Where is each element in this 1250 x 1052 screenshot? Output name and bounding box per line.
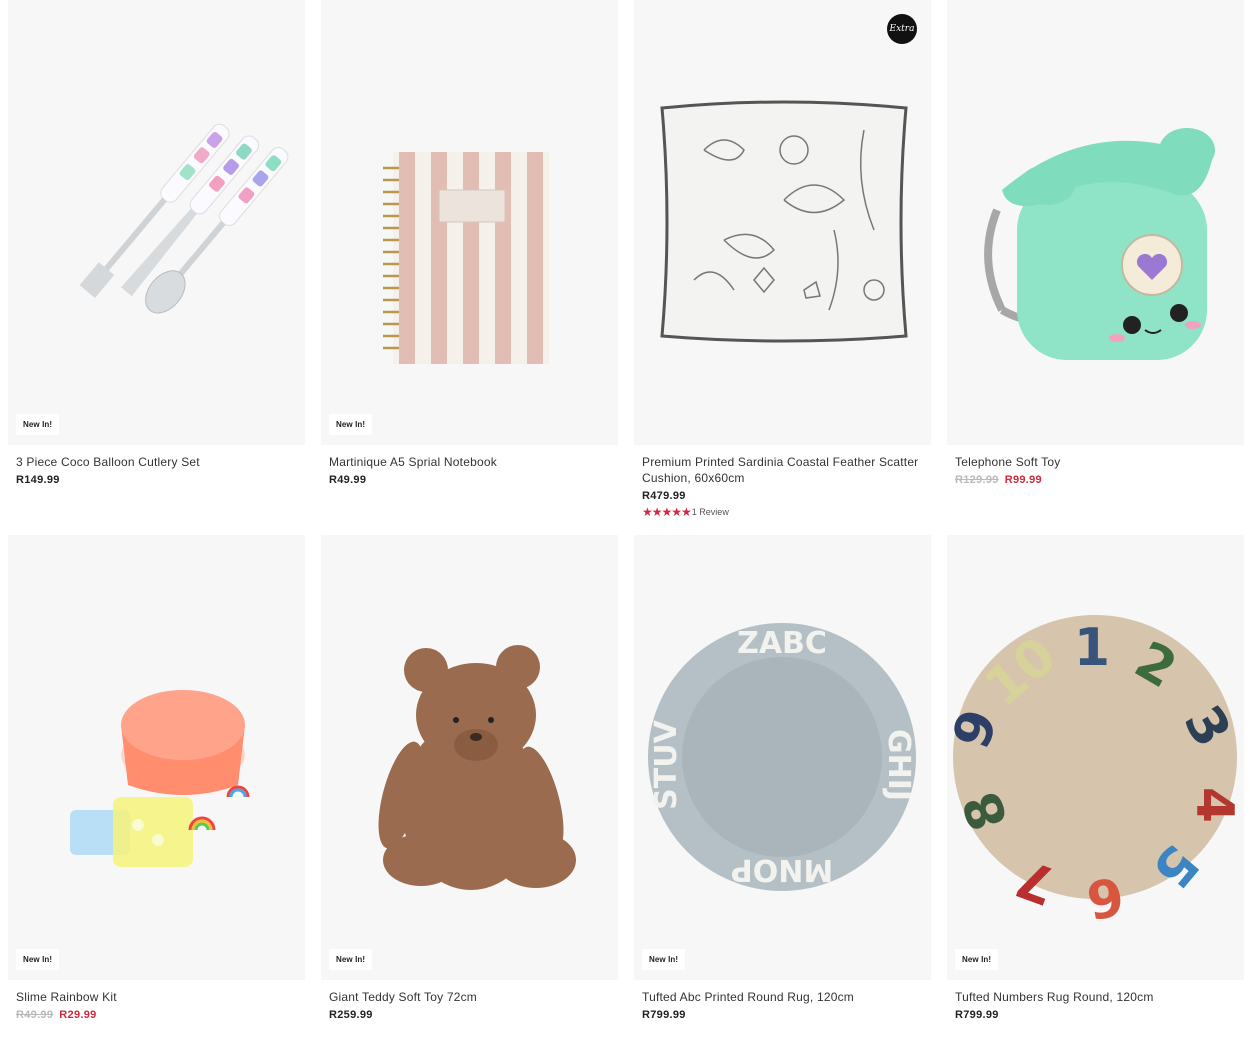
price-block: R479.99: [642, 490, 923, 502]
product-card[interactable]: New In! Giant Teddy Soft Toy 72cm R259.9…: [321, 535, 618, 1052]
original-price: R129.99: [955, 474, 999, 486]
product-image[interactable]: [947, 0, 1244, 445]
product-card[interactable]: New In! Slime Rainbow Kit R49.99 R29.99: [8, 535, 305, 1052]
price: R799.99: [955, 1009, 999, 1021]
product-card[interactable]: Telephone Soft Toy R129.99 R99.99: [947, 0, 1244, 535]
product-name[interactable]: Giant Teddy Soft Toy 72cm: [329, 989, 610, 1005]
price-block: R149.99: [16, 474, 297, 486]
product-name[interactable]: 3 Piece Coco Balloon Cutlery Set: [16, 454, 297, 470]
product-name[interactable]: Slime Rainbow Kit: [16, 989, 297, 1005]
price-block: R49.99: [329, 474, 610, 486]
product-image[interactable]: ZABC GHIJ MNOP STUV New In!: [634, 535, 931, 980]
price: R49.99: [329, 474, 367, 486]
product-card[interactable]: New In! 3 Piece Coco Balloon Cutlery Set…: [8, 0, 305, 535]
product-image[interactable]: New In!: [8, 0, 305, 445]
new-in-badge: New In!: [642, 949, 686, 970]
sale-price: R29.99: [59, 1009, 97, 1021]
price-block: R799.99: [955, 1009, 1236, 1021]
notebook-image: [383, 152, 549, 364]
new-in-badge: New In!: [16, 949, 60, 970]
original-price: R49.99: [16, 1009, 54, 1021]
new-in-badge: New In!: [16, 414, 60, 435]
price-block: R259.99: [329, 1009, 610, 1021]
product-card[interactable]: ZABC GHIJ MNOP STUV New In! Tufted Abc P…: [634, 535, 931, 1052]
price: R259.99: [329, 1009, 373, 1021]
cutlery-set-image: [79, 123, 289, 314]
product-image[interactable]: New In!: [321, 535, 618, 980]
product-name[interactable]: Tufted Numbers Rug Round, 120cm: [955, 989, 1236, 1005]
product-name[interactable]: Tufted Abc Printed Round Rug, 120cm: [642, 989, 923, 1005]
svg-text:GHIJ: GHIJ: [881, 729, 916, 801]
price-block: R49.99 R29.99: [16, 1009, 297, 1021]
rating[interactable]: ★★★★★ 1 Review: [642, 505, 923, 519]
extra-badge: Extra: [887, 14, 917, 44]
price: R149.99: [16, 474, 60, 486]
svg-text:4: 4: [1184, 787, 1244, 823]
abc-rug-image: ZABC GHIJ MNOP STUV: [648, 623, 916, 891]
review-count[interactable]: 1 Review: [692, 507, 729, 517]
numbers-rug-image: 1 2 3 4 5 6 7 8 9 10: [947, 615, 1244, 929]
product-name[interactable]: Premium Printed Sardinia Coastal Feather…: [642, 454, 923, 486]
price-block: R129.99 R99.99: [955, 474, 1236, 486]
product-name[interactable]: Telephone Soft Toy: [955, 454, 1236, 470]
new-in-badge: New In!: [329, 949, 373, 970]
slime-kit-image: [70, 690, 250, 867]
svg-text:1: 1: [1074, 618, 1110, 678]
product-image[interactable]: New In!: [321, 0, 618, 445]
teddy-bear-image: [378, 645, 576, 890]
product-card[interactable]: 1 2 3 4 5 6 7 8 9 10 New In! Tufted Numb…: [947, 535, 1244, 1052]
product-card[interactable]: New In! Martinique A5 Sprial Notebook R4…: [321, 0, 618, 535]
cushion-image: [660, 100, 908, 343]
price: R799.99: [642, 1009, 686, 1021]
price-block: R799.99: [642, 1009, 923, 1021]
svg-text:STUV: STUV: [649, 719, 684, 809]
new-in-badge: New In!: [329, 414, 373, 435]
product-grid-row-1: New In! 3 Piece Coco Balloon Cutlery Set…: [8, 0, 1244, 535]
svg-text:MNOP: MNOP: [731, 852, 833, 887]
svg-text:ZABC: ZABC: [737, 626, 827, 661]
product-image[interactable]: New In!: [8, 535, 305, 980]
product-grid-row-2: New In! Slime Rainbow Kit R49.99 R29.99: [8, 535, 1244, 1052]
star-icon: ★★★★★: [642, 505, 692, 519]
product-name[interactable]: Martinique A5 Sprial Notebook: [329, 454, 610, 470]
price: R479.99: [642, 490, 686, 502]
sale-price: R99.99: [1004, 474, 1042, 486]
product-image[interactable]: 1 2 3 4 5 6 7 8 9 10 New In!: [947, 535, 1244, 980]
telephone-toy-image: [984, 128, 1215, 360]
new-in-badge: New In!: [955, 949, 999, 970]
product-card[interactable]: Extra Premium Printed Sardinia Coastal F…: [634, 0, 931, 535]
product-image[interactable]: Extra: [634, 0, 931, 445]
